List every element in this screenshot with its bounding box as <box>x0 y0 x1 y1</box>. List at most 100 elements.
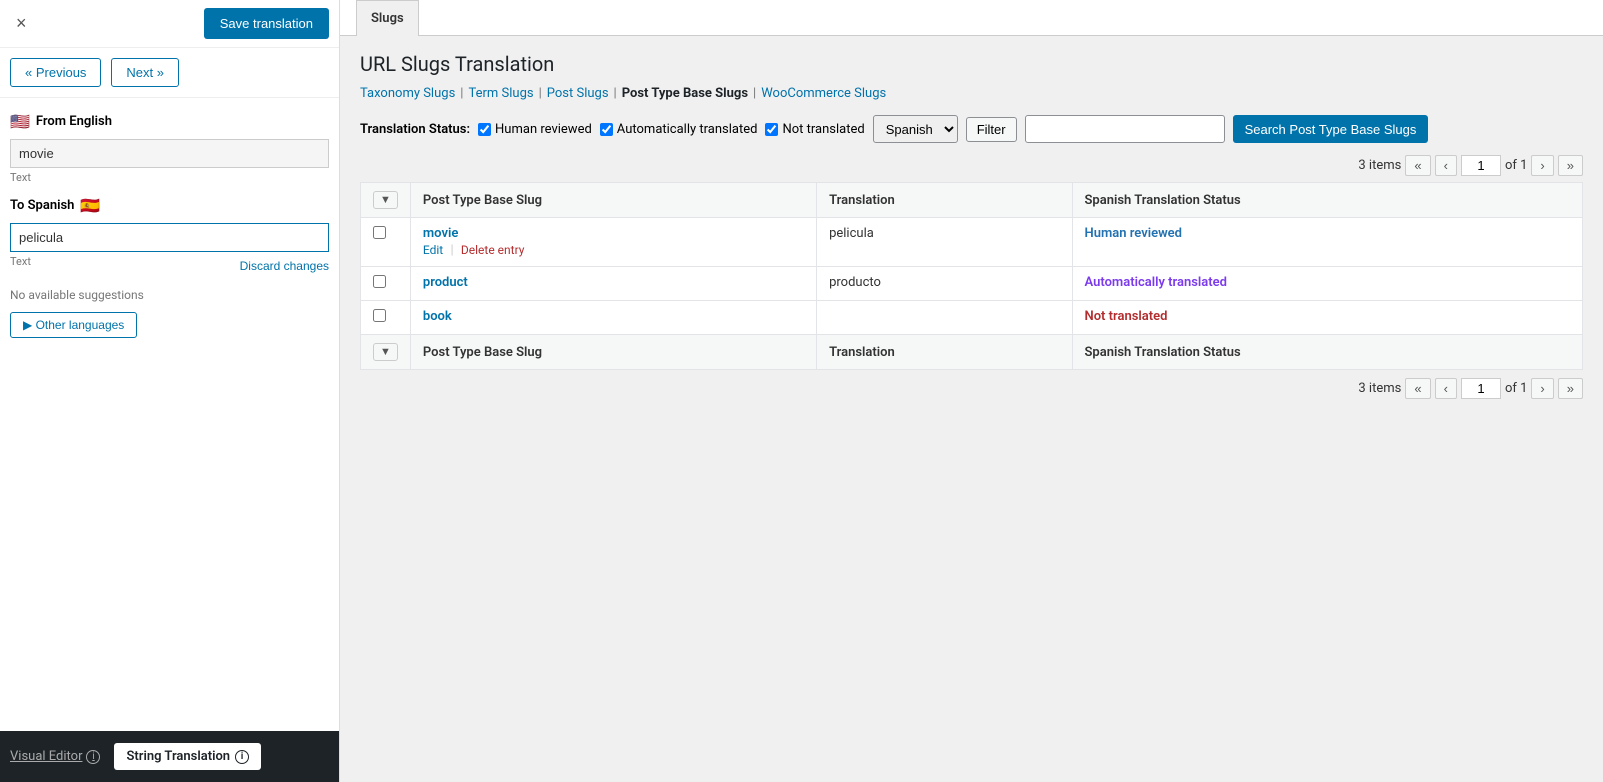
post-type-base-slugs-link: Post Type Base Slugs <box>622 86 748 101</box>
row-1-checkbox[interactable] <box>373 226 386 239</box>
filter-bar: Translation Status: Human reviewed Autom… <box>360 115 1583 143</box>
field-actions: Text Discard changes <box>10 252 329 280</box>
first-page-button[interactable]: « <box>1405 155 1430 176</box>
row-2-status: Automatically translated <box>1085 275 1227 290</box>
sep-4: | <box>753 86 756 101</box>
no-suggestions-text: No available suggestions <box>10 288 329 302</box>
string-translation-info-icon[interactable]: i <box>235 750 249 764</box>
translation-form: 🇺🇸 From English Text To Spanish 🇪🇸 Text … <box>0 98 339 731</box>
row-1-edit-link[interactable]: Edit <box>423 243 443 257</box>
row-3-status-cell: Not translated <box>1072 301 1583 335</box>
left-panel: × Save translation « Previous Next » 🇺🇸 … <box>0 0 340 782</box>
bottom-items-count: 3 items <box>1358 381 1401 396</box>
to-label: To Spanish 🇪🇸 <box>10 196 329 215</box>
row-2-checkbox[interactable] <box>373 275 386 288</box>
page-title: URL Slugs Translation <box>360 52 1583 76</box>
collapse-all-button[interactable]: ▼ <box>373 191 398 209</box>
status-column-header: Spanish Translation Status <box>1072 183 1583 218</box>
row-3-status: Not translated <box>1085 309 1168 324</box>
string-translation-label: String Translation <box>126 749 230 764</box>
footer-collapse-button[interactable]: ▼ <box>373 343 398 361</box>
term-slugs-link[interactable]: Term Slugs <box>468 86 533 101</box>
woocommerce-slugs-link[interactable]: WooCommerce Slugs <box>761 86 886 101</box>
row-3-slug-name[interactable]: book <box>423 309 804 324</box>
bottom-first-page-button[interactable]: « <box>1405 378 1430 399</box>
row-1-delete-link[interactable]: Delete entry <box>461 243 525 257</box>
from-label-text: From English <box>36 114 112 129</box>
sep-2: | <box>539 86 542 101</box>
language-select[interactable]: Spanish <box>873 115 958 143</box>
next-button[interactable]: Next » <box>111 58 179 87</box>
to-input[interactable] <box>10 223 329 252</box>
page-input[interactable] <box>1461 155 1501 176</box>
row-3-checkbox[interactable] <box>373 309 386 322</box>
sep-3: | <box>614 86 617 101</box>
prev-page-button[interactable]: ‹ <box>1435 155 1457 176</box>
filter-label: Translation Status: <box>360 122 470 137</box>
bottom-next-page-button[interactable]: › <box>1531 378 1553 399</box>
slug-links: Taxonomy Slugs | Term Slugs | Post Slugs… <box>360 86 1583 101</box>
search-button[interactable]: Search Post Type Base Slugs <box>1233 115 1429 143</box>
bottom-page-input[interactable] <box>1461 378 1501 399</box>
discard-changes-button[interactable]: Discard changes <box>240 259 329 273</box>
bottom-prev-page-button[interactable]: ‹ <box>1435 378 1457 399</box>
human-reviewed-checkbox[interactable] <box>478 123 491 136</box>
filter-button[interactable]: Filter <box>966 117 1017 142</box>
row-1-actions: Edit | Delete entry <box>423 243 804 258</box>
row-1-translation-cell: pelicula <box>817 218 1072 267</box>
row-checkbox-cell <box>361 301 411 335</box>
of-pages-text: of 1 <box>1505 158 1527 173</box>
string-translation-button[interactable]: String Translation i <box>114 743 261 770</box>
other-languages-button[interactable]: ▶ Other languages <box>10 312 137 338</box>
human-reviewed-label: Human reviewed <box>495 122 592 137</box>
row-1-slug-name[interactable]: movie <box>423 226 804 241</box>
from-field-type: Text <box>10 171 329 184</box>
nav-bar: « Previous Next » <box>0 48 339 98</box>
next-page-button[interactable]: › <box>1531 155 1553 176</box>
not-translated-filter[interactable]: Not translated <box>765 122 864 137</box>
footer-collapse-cell: ▼ <box>361 335 411 370</box>
bottom-of-pages-text: of 1 <box>1505 381 1527 396</box>
row-1-status: Human reviewed <box>1085 226 1183 241</box>
tab-slugs[interactable]: Slugs <box>356 0 419 36</box>
right-panel: Slugs URL Slugs Translation Taxonomy Slu… <box>340 0 1603 782</box>
collapse-header: ▼ <box>361 183 411 218</box>
from-flag: 🇺🇸 <box>10 112 30 131</box>
close-button[interactable]: × <box>10 11 33 36</box>
auto-translated-filter[interactable]: Automatically translated <box>600 122 758 137</box>
row-checkbox-cell <box>361 218 411 267</box>
tabs-bar: Slugs <box>340 0 1603 36</box>
human-reviewed-filter[interactable]: Human reviewed <box>478 122 592 137</box>
row-2-slug-name[interactable]: product <box>423 275 804 290</box>
slugs-table: ▼ Post Type Base Slug Translation Spanis… <box>360 182 1583 370</box>
search-input[interactable] <box>1025 115 1225 143</box>
row-1-slug-cell: movie Edit | Delete entry <box>410 218 816 267</box>
bottom-pagination: 3 items « ‹ of 1 › » <box>360 378 1583 399</box>
auto-translated-label: Automatically translated <box>617 122 758 137</box>
not-translated-label: Not translated <box>782 122 864 137</box>
visual-editor-link[interactable]: Visual Editor i <box>10 749 100 764</box>
row-3-translation-cell <box>817 301 1072 335</box>
previous-button[interactable]: « Previous <box>10 58 101 87</box>
footer-status-header: Spanish Translation Status <box>1072 335 1583 370</box>
translation-column-header: Translation <box>817 183 1072 218</box>
taxonomy-slugs-link[interactable]: Taxonomy Slugs <box>360 86 455 101</box>
top-pagination: 3 items « ‹ of 1 › » <box>360 155 1583 176</box>
bottom-last-page-button[interactable]: » <box>1558 378 1583 399</box>
last-page-button[interactable]: » <box>1558 155 1583 176</box>
row-2-translation-cell: producto <box>817 267 1072 301</box>
post-slugs-link[interactable]: Post Slugs <box>547 86 609 101</box>
sep-1: | <box>460 86 463 101</box>
table-row: book Not translated <box>361 301 1583 335</box>
not-translated-checkbox[interactable] <box>765 123 778 136</box>
to-flag: 🇪🇸 <box>80 196 100 215</box>
row-1-status-cell: Human reviewed <box>1072 218 1583 267</box>
table-header-row: ▼ Post Type Base Slug Translation Spanis… <box>361 183 1583 218</box>
from-input <box>10 139 329 168</box>
save-translation-button[interactable]: Save translation <box>204 8 329 39</box>
footer-translation-header: Translation <box>817 335 1072 370</box>
auto-translated-checkbox[interactable] <box>600 123 613 136</box>
main-content: URL Slugs Translation Taxonomy Slugs | T… <box>340 36 1603 421</box>
row-checkbox-cell <box>361 267 411 301</box>
visual-editor-info-icon[interactable]: i <box>86 750 100 764</box>
